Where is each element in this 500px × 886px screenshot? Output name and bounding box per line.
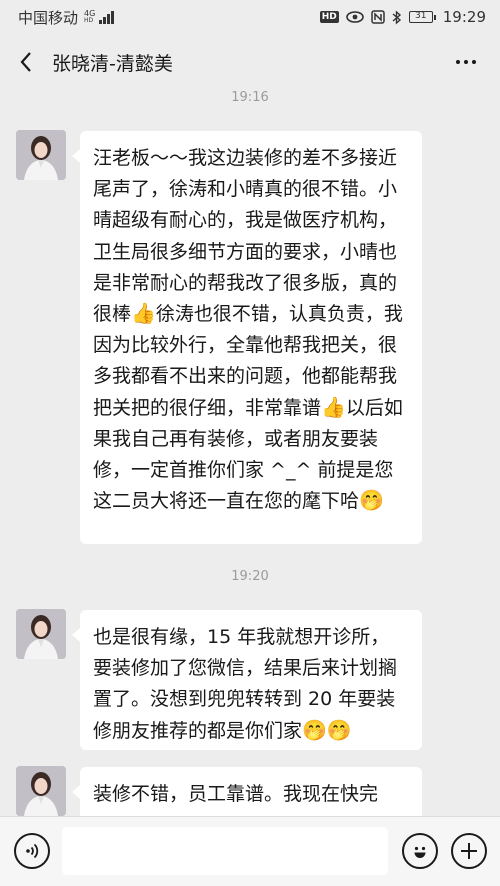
- status-right: HD 31 19:29: [319, 8, 486, 26]
- more-options-button[interactable]: [450, 48, 482, 76]
- status-bar: 中国移动 4G HD HD 31 19:29: [0, 0, 500, 34]
- clock: 19:29: [442, 8, 486, 26]
- shy-face-icon: 🤭🤭: [302, 717, 352, 742]
- avatar-portrait-icon: [16, 609, 66, 659]
- battery-icon: 31: [408, 11, 436, 23]
- plus-icon: [461, 843, 477, 859]
- avatar-portrait-icon: [16, 766, 66, 816]
- avatar-portrait-icon: [16, 130, 66, 180]
- voice-icon: [26, 843, 39, 859]
- message-timestamp: 19:20: [231, 569, 269, 584]
- avatar[interactable]: [16, 766, 66, 816]
- avatar[interactable]: [16, 130, 66, 180]
- smiley-icon: [414, 846, 426, 858]
- carrier-label: 中国移动: [18, 8, 79, 27]
- signal-icon: [99, 10, 115, 24]
- battery-level: 31: [408, 11, 433, 23]
- more-dots-icon: [456, 60, 460, 64]
- shy-face-icon: 🤭: [359, 488, 384, 513]
- chat-title: 张晓清-清懿美: [52, 52, 173, 75]
- message-bubble[interactable]: 也是很有缘，15 年我就想开诊所，要装修加了您微信，结果后来计划搁置了。没想到兜…: [72, 610, 422, 750]
- message-timestamp: 19:16: [231, 90, 269, 105]
- voice-button[interactable]: [14, 833, 50, 869]
- avatar[interactable]: [16, 609, 66, 659]
- network-type: 4G HD: [84, 10, 95, 24]
- network-type-bottom: HD: [84, 17, 94, 24]
- status-left: 中国移动 4G HD: [18, 7, 115, 28]
- chevron-left-icon: [20, 52, 31, 72]
- message-text: 汪老板～～我这边装修的差不多接近尾声了，徐涛和小晴真的很不错。小晴超级有耐心的，…: [93, 147, 398, 326]
- eye-icon: [345, 11, 364, 23]
- nfc-icon: [371, 10, 385, 24]
- title-bar: 张晓清-清懿美: [0, 34, 500, 90]
- hd-icon: HD: [319, 11, 339, 23]
- back-button[interactable]: [4, 34, 48, 90]
- emoji-button[interactable]: [402, 833, 438, 869]
- message-bubble[interactable]: 汪老板～～我这边装修的差不多接近尾声了，徐涛和小晴真的很不错。小晴超级有耐心的，…: [72, 131, 422, 544]
- more-functions-button[interactable]: [451, 833, 487, 869]
- thumbs-up-icon: 👍: [321, 394, 346, 419]
- thumbs-up-icon: 👍: [131, 301, 156, 326]
- input-bar: [0, 816, 500, 886]
- bluetooth-icon: [392, 9, 401, 25]
- message-input[interactable]: [62, 827, 388, 875]
- message-text: 装修不错，员工靠谱。我现在快完: [93, 783, 379, 805]
